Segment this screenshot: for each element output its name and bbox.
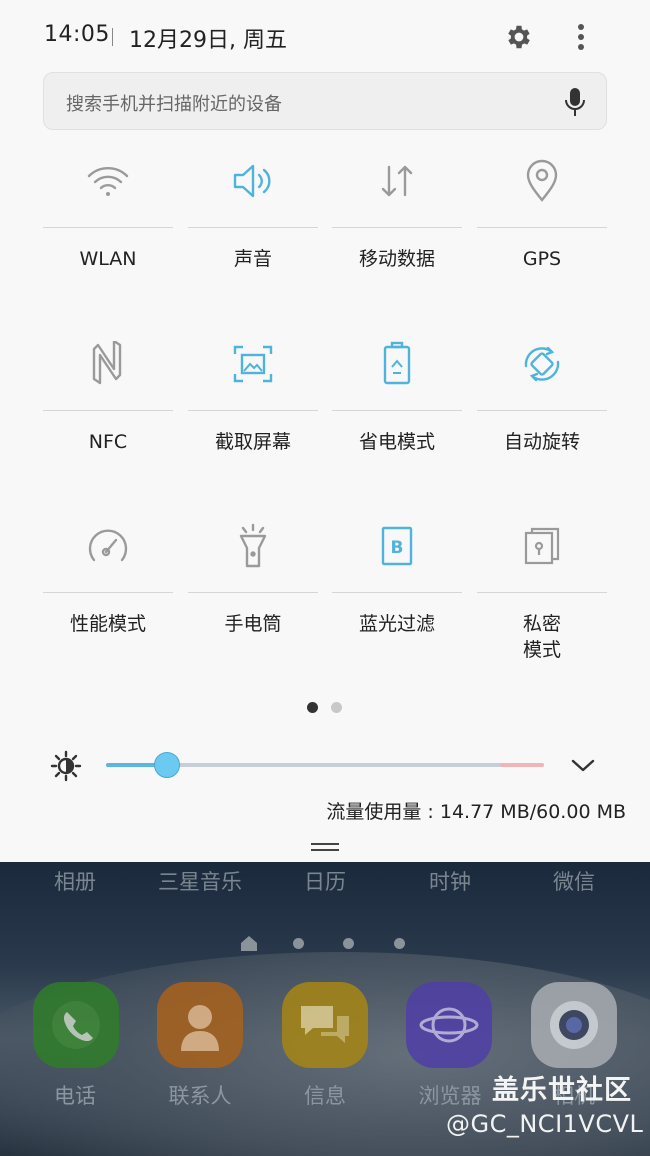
drag-handle[interactable] [311,843,339,851]
battery-saver-icon [332,333,462,395]
watermark-user: @GC_NCI1VCVL [446,1110,644,1138]
tile-divider [43,227,173,228]
app-label[interactable]: 相册 [20,866,130,896]
tile-label: 性能模式 [69,613,146,635]
phone-icon[interactable] [33,982,119,1068]
page-dot [331,702,342,713]
app-dock [0,982,650,1082]
status-bar: 14:05 12月29日, 周五 [0,0,650,74]
app-label[interactable]: 时钟 [395,866,505,896]
auto-rotate-icon [477,333,607,395]
tile-private-mode[interactable]: 私密 模式 [477,515,607,685]
tile-sound[interactable]: 声音 [188,150,318,320]
date-text: 12月29日, 周五 [129,28,287,53]
tile-divider [477,410,607,411]
tile-nfc[interactable]: NFC [43,333,173,503]
page-dot [343,938,354,949]
page-dot [293,938,304,949]
tile-blue-light-filter[interactable]: B 蓝光过滤 [332,515,462,685]
tile-label: 省电模式 [358,431,435,453]
tile-label: 手电筒 [224,613,282,635]
tile-performance[interactable]: 性能模式 [43,515,173,685]
home-icon [240,934,258,952]
search-placeholder: 搜索手机并扫描附近的设备 [66,94,282,115]
tile-label: 私密 模式 [522,613,561,661]
tile-screenshot[interactable]: 截取屏幕 [188,333,318,503]
tile-gps[interactable]: GPS [477,150,607,320]
app-row-labels: 相册 三星音乐 日历 时钟 微信 [0,866,650,896]
svg-text:B: B [391,538,404,558]
tile-divider [43,592,173,593]
app-label[interactable]: 三星音乐 [145,866,255,896]
tile-divider [188,410,318,411]
tile-power-saving[interactable]: 省电模式 [332,333,462,503]
app-label: 浏览器 [418,1084,482,1108]
clock: 14:05 [44,22,110,47]
screenshot-icon [188,333,318,395]
tile-label: WLAN [79,248,137,270]
tile-divider [332,227,462,228]
slider-high-zone [500,763,544,767]
tile-divider [188,592,318,593]
app-label[interactable]: 日历 [270,866,380,896]
blue-light-filter-icon: B [332,515,462,577]
tile-divider [332,410,462,411]
brightness-control [0,742,650,788]
browser-icon[interactable] [406,982,492,1068]
tile-divider [332,592,462,593]
messages-icon[interactable] [282,982,368,1068]
watermark-site: 盖乐世社区 [492,1075,632,1106]
tile-mobile-data[interactable]: 移动数据 [332,150,462,320]
brightness-icon[interactable] [50,750,82,782]
page-dot-active [307,702,318,713]
speaker-icon [188,150,318,212]
data-usage-text: 流量使用量 : 14.77 MB/60.00 MB [326,801,626,823]
tile-label: 声音 [233,248,272,270]
tile-label: 移动数据 [358,248,435,270]
mic-icon[interactable] [560,86,590,118]
camera-icon[interactable] [531,982,617,1068]
tile-label: NFC [88,431,128,453]
search-bar[interactable]: 搜索手机并扫描附近的设备 [43,72,607,130]
app-label[interactable]: 微信 [519,866,629,896]
more-vertical-icon[interactable] [566,20,596,54]
mobile-data-icon [332,150,462,212]
private-mode-icon [477,515,607,577]
tile-divider [43,410,173,411]
speedometer-icon [43,515,173,577]
tile-divider [477,227,607,228]
divider [112,28,113,46]
tile-auto-rotate[interactable]: 自动旋转 [477,333,607,503]
flashlight-icon [188,515,318,577]
app-label: 信息 [304,1084,346,1108]
tile-label: 自动旋转 [503,431,580,453]
chevron-down-icon[interactable] [568,752,598,778]
wifi-icon [43,150,173,212]
location-pin-icon [477,150,607,212]
tile-flashlight[interactable]: 手电筒 [188,515,318,685]
tile-label: GPS [522,248,562,270]
tile-divider [188,227,318,228]
gear-icon[interactable] [502,20,536,54]
brightness-slider[interactable] [106,752,544,778]
slider-thumb[interactable] [154,752,181,778]
home-screen: 相册 三星音乐 日历 时钟 微信 电话 联系人 信息 浏览器 相机 盖乐世社区 … [0,862,650,1156]
page-dot [394,938,405,949]
contacts-icon[interactable] [157,982,243,1068]
quick-panel: 14:05 12月29日, 周五 搜索手机并扫描附近的设备 WLAN 声音 移动… [0,0,650,862]
tile-wlan[interactable]: WLAN [43,150,173,320]
nfc-icon [43,333,173,395]
tile-divider [477,592,607,593]
tile-label: 蓝光过滤 [358,613,435,635]
tile-label: 截取屏幕 [214,431,291,453]
app-label: 电话 [54,1084,96,1108]
app-label: 联系人 [168,1084,232,1108]
home-page-indicator [0,934,650,954]
